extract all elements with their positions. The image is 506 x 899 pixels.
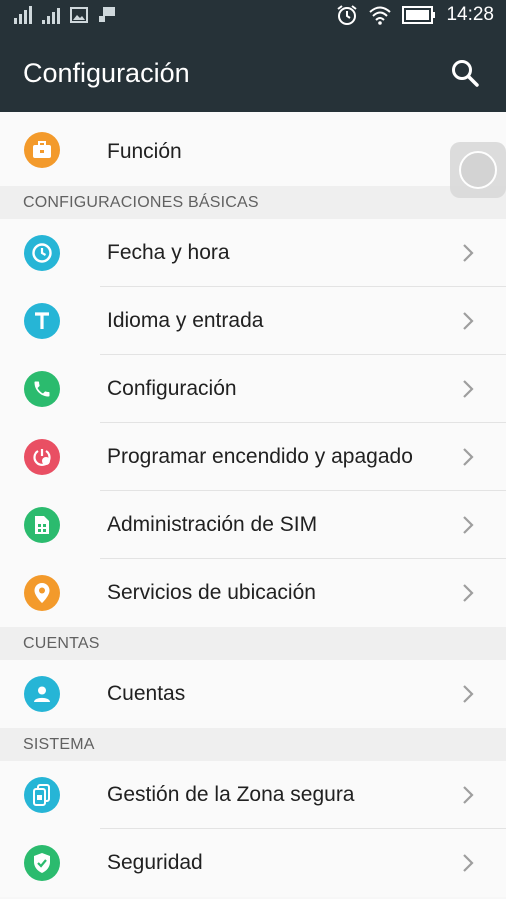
clock-icon (24, 235, 60, 271)
settings-item-idioma[interactable]: Idioma y entrada (0, 287, 506, 355)
settings-item-label: Cuentas (107, 682, 186, 705)
chevron-right-icon (463, 516, 474, 534)
wifi-icon (369, 6, 392, 25)
settings-item-label: Servicios de ubicación (107, 581, 316, 604)
notification-icon (99, 7, 115, 22)
signal-sim1-icon (14, 6, 32, 24)
chevron-right-icon (463, 312, 474, 330)
sim-card-icon (24, 507, 60, 543)
settings-item-label: Administración de SIM (107, 513, 318, 536)
section-header-basic: CONFIGURACIONES BÁSICAS (0, 186, 506, 219)
status-bar: 14:28 (0, 0, 506, 36)
image-notification-icon (70, 7, 88, 23)
chevron-right-icon (463, 786, 474, 804)
settings-item-label: Fecha y hora (107, 241, 230, 264)
power-schedule-icon (24, 439, 60, 475)
settings-item-label: Gestión de la Zona segura (107, 783, 355, 806)
chevron-right-icon (463, 685, 474, 703)
settings-item-programar[interactable]: Programar encendido y apagado (0, 423, 506, 491)
section-header-system: SISTEMA (0, 728, 506, 761)
phone-icon (24, 371, 60, 407)
settings-item-fecha-hora[interactable]: Fecha y hora (0, 219, 506, 287)
battery-icon (402, 6, 436, 24)
location-pin-icon (24, 575, 60, 611)
floating-assistive-button[interactable] (450, 142, 506, 198)
basic-items: Fecha y hora Idioma y entrada Configurac… (0, 219, 506, 627)
settings-item-configuracion[interactable]: Configuración (0, 355, 506, 423)
settings-item-cuentas[interactable]: Cuentas (0, 660, 506, 728)
page-title: Configuración (23, 58, 190, 88)
section-header-accounts: CUENTAS (0, 627, 506, 660)
settings-item-label: Configuración (107, 377, 237, 400)
settings-item-zona-segura[interactable]: Gestión de la Zona segura (0, 761, 506, 829)
person-icon (24, 676, 60, 712)
settings-item-funcion[interactable]: Función (0, 112, 506, 186)
chevron-right-icon (463, 380, 474, 398)
language-t-icon (24, 303, 60, 339)
search-icon[interactable] (450, 58, 480, 88)
system-items: Gestión de la Zona segura Seguridad (0, 761, 506, 897)
chevron-right-icon (463, 584, 474, 602)
briefcase-icon (24, 132, 60, 168)
app-bar: Configuración (0, 36, 506, 112)
chevron-right-icon (463, 448, 474, 466)
settings-item-seguridad[interactable]: Seguridad (0, 829, 506, 897)
alarm-icon (337, 5, 358, 25)
settings-item-ubicacion[interactable]: Servicios de ubicación (0, 559, 506, 627)
settings-item-label: Seguridad (107, 851, 203, 874)
settings-item-label: Función (107, 140, 182, 163)
signal-sim2-icon (42, 6, 60, 24)
settings-item-label: Idioma y entrada (107, 309, 264, 332)
assistive-ring-icon (459, 151, 497, 189)
clock-time: 14:28 (446, 4, 494, 25)
settings-list: Función CONFIGURACIONES BÁSICAS Fecha y … (0, 112, 506, 897)
settings-item-sim[interactable]: Administración de SIM (0, 491, 506, 559)
shield-icon (24, 845, 60, 881)
chevron-right-icon (463, 854, 474, 872)
chevron-right-icon (463, 244, 474, 262)
secure-zone-icon (24, 777, 60, 813)
settings-item-label: Programar encendido y apagado (107, 445, 413, 468)
